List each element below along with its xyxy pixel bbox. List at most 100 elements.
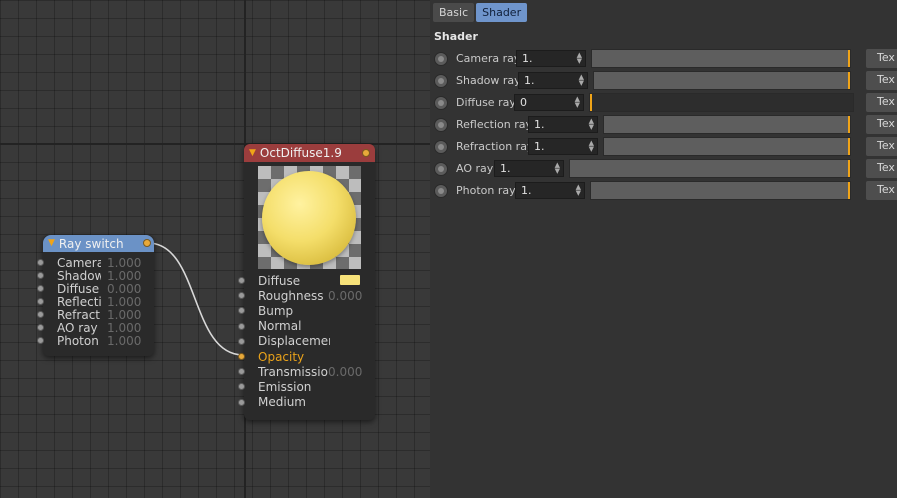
port-label: Displacement <box>258 334 330 349</box>
input-port-dot[interactable] <box>238 353 245 361</box>
reflection-ray-field[interactable]: 1. ▲ ▼ <box>528 116 598 133</box>
slider-handle[interactable] <box>848 50 850 67</box>
camera-ray-field[interactable]: 1. ▲ ▼ <box>516 50 586 67</box>
reflection-ray-slider[interactable] <box>603 115 851 134</box>
input-port-dot[interactable] <box>37 337 44 344</box>
camera-ray-slider[interactable] <box>591 49 851 68</box>
spinner-arrows-icon[interactable]: ▲ ▼ <box>576 184 581 197</box>
port-label: Normal <box>258 319 302 334</box>
port-label: Shadow <box>57 268 101 283</box>
texture-button[interactable]: Tex <box>866 71 897 90</box>
spinner-arrows-icon[interactable]: ▲ ▼ <box>575 96 580 109</box>
tab-shader[interactable]: Shader <box>476 3 528 22</box>
keyframe-radio-icon[interactable] <box>434 140 448 154</box>
slider-handle[interactable] <box>848 116 850 133</box>
refraction-ray-field[interactable]: 1. ▲ ▼ <box>528 138 598 155</box>
shadow-ray-field[interactable]: 1. ▲ ▼ <box>518 72 588 89</box>
port-label: Roughness <box>258 288 324 303</box>
slider-handle[interactable] <box>590 94 592 111</box>
node-port-row[interactable]: Shadow 1.000 <box>37 268 154 283</box>
collapse-triangle-icon[interactable]: ▼ <box>48 239 55 248</box>
param-label: Reflection ray <box>456 118 533 131</box>
output-port[interactable] <box>362 149 370 157</box>
output-port[interactable] <box>143 239 151 247</box>
node-port-row[interactable]: Medium <box>238 395 375 410</box>
spinner-arrows-icon[interactable]: ▲ ▼ <box>589 140 594 153</box>
ray-switch-node[interactable]: ▼ Ray switch Camera 1.000 Shadow 1.000 D… <box>37 235 154 356</box>
node-port-row[interactable]: Diffuse <box>238 273 375 288</box>
input-port-dot[interactable] <box>37 324 44 331</box>
input-port-dot[interactable] <box>37 272 44 279</box>
keyframe-radio-icon[interactable] <box>434 184 448 198</box>
texture-button[interactable]: Tex <box>866 93 897 112</box>
texture-button[interactable]: Tex <box>866 115 897 134</box>
port-label: Bump <box>258 303 294 318</box>
material-node-header[interactable]: ▼ OctDiffuse1.9 <box>244 144 375 162</box>
slider-handle[interactable] <box>848 160 850 177</box>
ao-ray-slider[interactable] <box>569 159 851 178</box>
port-value: 0.000 <box>107 281 142 296</box>
texture-button[interactable]: Tex <box>866 159 897 178</box>
input-port-dot[interactable] <box>37 285 44 292</box>
photon-ray-field[interactable]: 1. ▲ ▼ <box>515 182 585 199</box>
input-port-dot[interactable] <box>238 398 245 406</box>
input-port-dot[interactable] <box>37 298 44 305</box>
material-node[interactable]: ▼ OctDiffuse1.9 Diffuse Roughness 0.000 … <box>238 144 375 420</box>
port-label: Transmissio <box>258 364 328 379</box>
shadow-ray-slider[interactable] <box>593 71 851 90</box>
node-port-row[interactable]: Refractio 1.000 <box>37 308 154 322</box>
input-port-dot[interactable] <box>238 337 245 345</box>
spinner-arrows-icon[interactable]: ▲ ▼ <box>579 74 584 87</box>
texture-button[interactable]: Tex <box>866 49 897 68</box>
section-title: Shader <box>434 30 478 43</box>
node-port-row[interactable]: Transmissio 0.000 <box>238 364 375 379</box>
slider-handle[interactable] <box>848 72 850 89</box>
collapse-triangle-icon[interactable]: ▼ <box>249 148 256 158</box>
input-port-dot[interactable] <box>37 259 44 266</box>
slider-handle[interactable] <box>848 182 850 199</box>
node-port-row[interactable]: Camera 1.000 <box>37 255 154 270</box>
param-label: Diffuse ray <box>456 96 516 109</box>
photon-ray-slider[interactable] <box>590 181 851 200</box>
node-port-row[interactable]: Bump <box>238 303 375 318</box>
ray-switch-node-title: Ray switch <box>58 236 124 251</box>
keyframe-radio-icon[interactable] <box>434 118 448 132</box>
keyframe-radio-icon[interactable] <box>434 162 448 176</box>
node-port-row[interactable]: Roughness 0.000 <box>238 288 375 303</box>
node-port-row[interactable]: Diffuse r 0.000 <box>37 281 154 296</box>
input-port-dot[interactable] <box>238 368 245 376</box>
ray-switch-node-header[interactable]: ▼ Ray switch <box>43 235 154 252</box>
node-port-row[interactable]: AO ray 1.000 <box>37 321 154 335</box>
input-port-dot[interactable] <box>238 307 245 315</box>
diffuse-ray-field[interactable]: 0 ▲ ▼ <box>514 94 584 111</box>
input-port-dot[interactable] <box>238 322 245 330</box>
ao-ray-field[interactable]: 1. ▲ ▼ <box>494 160 564 177</box>
texture-button[interactable]: Tex <box>866 137 897 156</box>
node-port-row[interactable]: Reflectio 1.000 <box>37 295 154 309</box>
node-editor-canvas[interactable]: ▼ Ray switch Camera 1.000 Shadow 1.000 D… <box>0 0 430 498</box>
port-label: Camera <box>57 255 101 270</box>
spinner-arrows-icon[interactable]: ▲ ▼ <box>555 162 560 175</box>
texture-button[interactable]: Tex <box>866 181 897 200</box>
keyframe-radio-icon[interactable] <box>434 52 448 66</box>
param-row-camera-ray: Camera ray 1. ▲ ▼ Tex <box>430 49 897 69</box>
node-port-row[interactable]: Emission <box>238 379 375 394</box>
keyframe-radio-icon[interactable] <box>434 74 448 88</box>
spinner-arrows-icon[interactable]: ▲ ▼ <box>589 118 594 131</box>
input-port-dot[interactable] <box>238 277 245 285</box>
input-port-dot[interactable] <box>238 383 245 391</box>
input-port-dot[interactable] <box>238 292 245 300</box>
node-port-row[interactable]: Displacement <box>238 334 375 349</box>
node-port-row-connected[interactable]: Opacity <box>238 349 375 364</box>
param-row-ao-ray: AO ray 1. ▲ ▼ Tex <box>430 159 897 179</box>
refraction-ray-slider[interactable] <box>603 137 851 156</box>
node-port-row[interactable]: Normal <box>238 319 375 334</box>
tab-basic[interactable]: Basic <box>433 3 475 22</box>
param-label: Camera ray <box>456 52 521 65</box>
input-port-dot[interactable] <box>37 311 44 318</box>
slider-handle[interactable] <box>848 138 850 155</box>
keyframe-radio-icon[interactable] <box>434 96 448 110</box>
node-port-row[interactable]: Photon r 1.000 <box>37 334 154 348</box>
spinner-arrows-icon[interactable]: ▲ ▼ <box>577 52 582 65</box>
diffuse-ray-slider[interactable] <box>589 93 854 112</box>
